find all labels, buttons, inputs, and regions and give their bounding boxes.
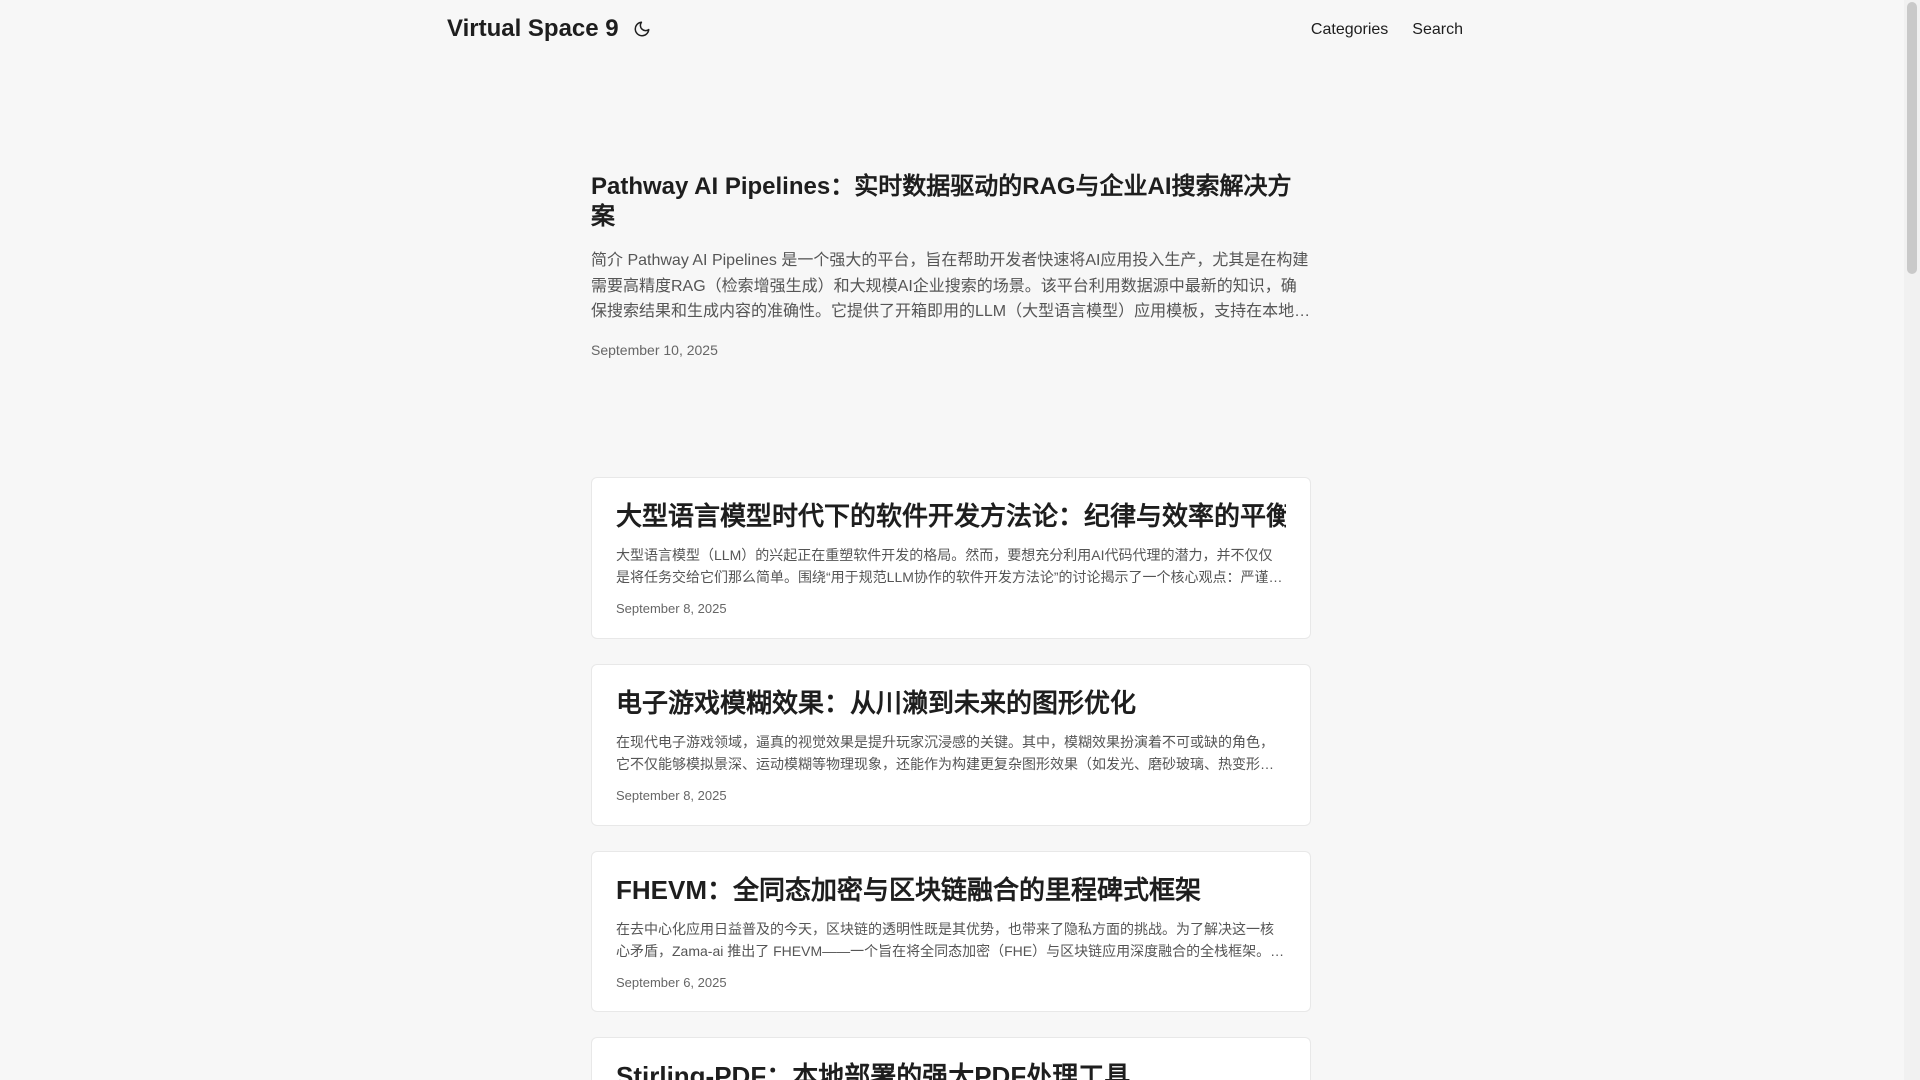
post-card-summary: 在去中心化应用日益普及的今天，区块链的透明性既是其优势，也带来了隐私方面的挑战。…	[616, 921, 1285, 959]
post-card-date: September 8, 2025	[616, 601, 727, 616]
site-title-link[interactable]: Virtual Space 9	[447, 14, 619, 44]
nav-search-link[interactable]: Search	[1412, 18, 1463, 42]
page-scrollbar[interactable]	[1904, 0, 1920, 1080]
post-card-title[interactable]: FHEVM：全同态加密与区块链融合的里程碑式框架	[616, 874, 1286, 906]
moon-icon[interactable]	[631, 18, 653, 40]
post-card-summary: 大型语言模型（LLM）的兴起正在重塑软件开发的格局。然而，要想充分利用AI代码代…	[616, 547, 1283, 585]
post-card-title[interactable]: 大型语言模型时代下的软件开发方法论：纪律与效率的平衡	[616, 500, 1286, 532]
post-card[interactable]: FHEVM：全同态加密与区块链融合的里程碑式框架 在去中心化应用日益普及的今天，…	[591, 851, 1311, 1012]
post-card-title[interactable]: Stirling-PDF：本地部署的强大PDF处理工具	[616, 1060, 1286, 1080]
post-card-date: September 6, 2025	[616, 975, 727, 990]
scrollbar-thumb[interactable]	[1907, 2, 1917, 274]
featured-post[interactable]: Pathway AI Pipelines：实时数据驱动的RAG与企业AI搜索解决…	[591, 172, 1311, 359]
post-card-summary: 在现代电子游戏领域，逼真的视觉效果是提升玩家沉浸感的关键。其中，模糊效果扮演着不…	[616, 734, 1274, 772]
post-card[interactable]: 大型语言模型时代下的软件开发方法论：纪律与效率的平衡 大型语言模型（LLM）的兴…	[591, 477, 1311, 639]
post-card[interactable]: Stirling-PDF：本地部署的强大PDF处理工具	[591, 1037, 1311, 1080]
site-header: Virtual Space 9 Categories Search	[0, 0, 1904, 60]
featured-post-title[interactable]: Pathway AI Pipelines：实时数据驱动的RAG与企业AI搜索解决…	[591, 172, 1311, 232]
post-card-title[interactable]: 电子游戏模糊效果：从川濑到未来的图形优化	[616, 687, 1286, 719]
featured-post-date: September 10, 2025	[591, 342, 718, 358]
featured-post-summary: 简介 Pathway AI Pipelines 是一个强大的平台，旨在帮助开发者…	[591, 252, 1311, 320]
nav-categories-link[interactable]: Categories	[1311, 18, 1388, 42]
logo-group: Virtual Space 9	[447, 14, 653, 44]
post-card[interactable]: 电子游戏模糊效果：从川濑到未来的图形优化 在现代电子游戏领域，逼真的视觉效果是提…	[591, 664, 1311, 826]
main-nav: Categories Search	[1311, 18, 1463, 42]
post-card-date: September 8, 2025	[616, 788, 727, 803]
